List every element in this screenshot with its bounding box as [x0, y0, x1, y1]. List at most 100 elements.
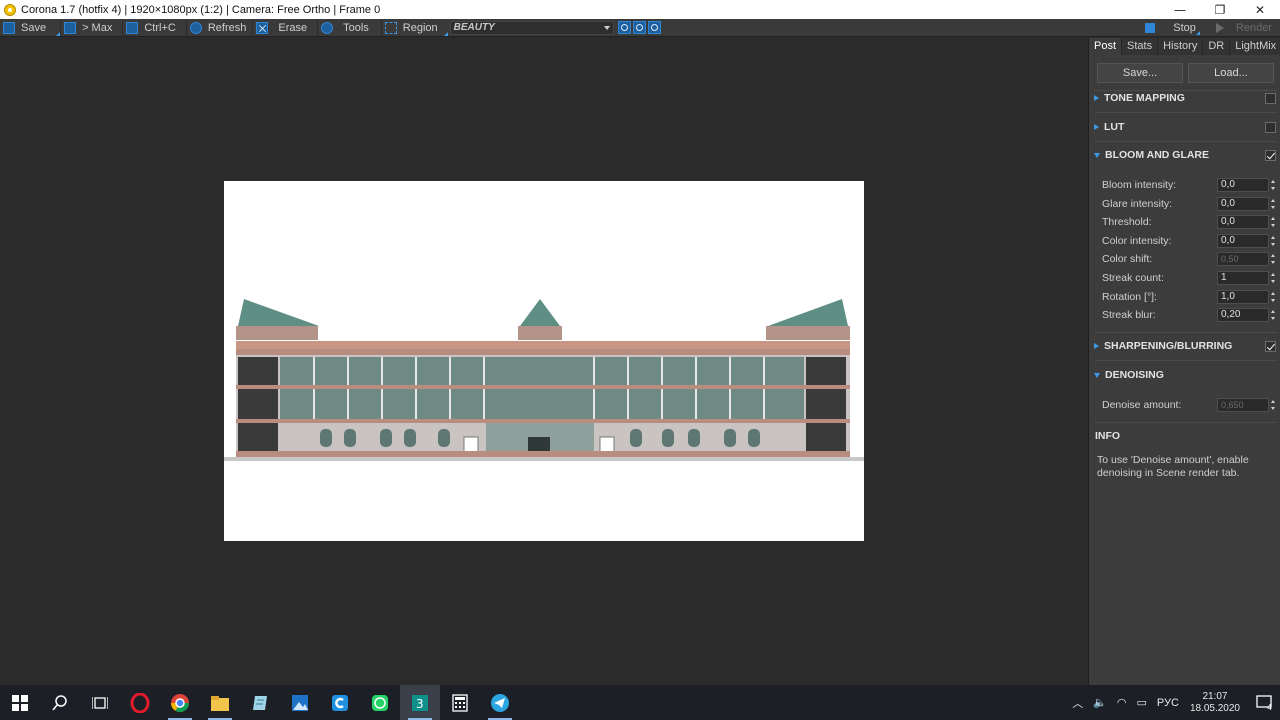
search-button[interactable]: [40, 685, 80, 720]
corona-app-icon: [4, 3, 16, 16]
whatsapp-app[interactable]: [360, 685, 400, 720]
section-label: LUT: [1104, 121, 1125, 133]
rendered-image: [224, 181, 864, 541]
spinner-value: 0,20: [1221, 309, 1241, 320]
spinner-arrows-icon[interactable]: [1271, 179, 1277, 191]
telegram-app[interactable]: [480, 685, 520, 720]
notification-center-button[interactable]: 4: [1250, 685, 1280, 720]
bloom-glare-checkbox[interactable]: [1265, 149, 1276, 161]
section-lut[interactable]: LUT: [1089, 117, 1280, 137]
bloom-intensity-spinner[interactable]: 0,0: [1217, 178, 1275, 192]
notification-icon: 4: [1256, 694, 1272, 711]
spinner-arrows-icon[interactable]: [1271, 216, 1277, 228]
glare-intensity-spinner[interactable]: 0,0: [1217, 197, 1275, 211]
chevron-up-icon[interactable]: ︿: [1072, 695, 1083, 711]
render-label: Render: [1235, 22, 1272, 34]
save-icon: [3, 21, 15, 34]
close-button[interactable]: ✕: [1240, 0, 1280, 19]
section-label: SHARPENING/BLURRING: [1104, 340, 1233, 352]
zoom-out-icon[interactable]: [632, 21, 646, 34]
svg-text:3: 3: [416, 697, 424, 711]
expand-arrow-icon: [1094, 343, 1099, 349]
streak-count-spinner[interactable]: 1: [1217, 271, 1275, 285]
region-dropdown-arrow-icon[interactable]: [443, 31, 448, 36]
lut-checkbox[interactable]: [1265, 121, 1276, 133]
stop-dropdown-arrow-icon[interactable]: [1195, 31, 1200, 35]
tab-dr[interactable]: DR: [1203, 38, 1231, 55]
clock[interactable]: 21:07 18.05.2020: [1190, 691, 1240, 715]
calculator-app[interactable]: [440, 685, 480, 720]
spinner-value: 0,50: [1221, 254, 1239, 264]
sharpening-checkbox[interactable]: [1265, 340, 1276, 352]
language-indicator[interactable]: РУС: [1157, 697, 1179, 709]
save-button[interactable]: Save: [0, 18, 62, 37]
section-tone-mapping[interactable]: TONE MAPPING: [1089, 88, 1280, 108]
photos-app[interactable]: [280, 685, 320, 720]
windows-taskbar: 3 ︿ 🔈 ◠ ▭ РУС 21:07 18.05.2020 4: [0, 685, 1280, 720]
battery-icon[interactable]: ▭: [1137, 696, 1147, 709]
render-pass-select[interactable]: BEAUTY: [449, 20, 614, 35]
maximize-button[interactable]: ❐: [1200, 0, 1240, 19]
ccleaner-app[interactable]: [320, 685, 360, 720]
refresh-button[interactable]: Refresh: [187, 18, 254, 37]
building-facade-render: [224, 299, 864, 461]
region-button[interactable]: Region: [382, 19, 448, 37]
tab-history[interactable]: History: [1158, 38, 1204, 55]
color-shift-spinner: 0,50: [1217, 252, 1275, 266]
play-icon: [1215, 23, 1224, 33]
save-label: Save: [21, 21, 47, 34]
wifi-icon[interactable]: ◠: [1117, 696, 1127, 709]
spinner-arrows-icon[interactable]: [1271, 309, 1277, 321]
3ds-max-app[interactable]: 3: [400, 685, 440, 720]
rotation-spinner[interactable]: 1,0: [1217, 290, 1275, 304]
section-denoising[interactable]: DENOISING: [1089, 365, 1280, 385]
search-icon: [52, 694, 67, 710]
threshold-spinner[interactable]: 0,0: [1217, 215, 1275, 229]
spinner-arrows-icon[interactable]: [1271, 235, 1277, 247]
spinner-arrows-icon[interactable]: [1271, 198, 1277, 210]
spinner-value: 0,0: [1221, 198, 1235, 209]
spinner-arrows-icon[interactable]: [1271, 291, 1277, 303]
file-explorer-app[interactable]: [200, 685, 240, 720]
spinner-value: 1: [1221, 272, 1227, 283]
section-bloom-glare[interactable]: BLOOM AND GLARE: [1089, 145, 1280, 165]
denoise-amount-spinner: 0,650: [1217, 398, 1275, 412]
start-button[interactable]: [0, 685, 40, 720]
erase-label: Erase: [278, 21, 308, 34]
param-denoise-amount: Denoise amount: 0,650: [1089, 396, 1280, 414]
spinner-value: 0,0: [1221, 216, 1235, 227]
window-title: Corona 1.7 (hotfix 4) | 1920×1080px (1:2…: [21, 3, 381, 16]
copy-icon: [126, 21, 139, 34]
zoom-fit-icon[interactable]: [647, 21, 661, 34]
erase-button[interactable]: Erase: [253, 18, 319, 37]
render-button[interactable]: Render: [1208, 22, 1280, 34]
render-viewport[interactable]: [0, 38, 1088, 685]
tools-button[interactable]: Tools: [318, 18, 382, 37]
param-label: Color shift:: [1102, 253, 1153, 265]
tab-post[interactable]: Post: [1089, 38, 1123, 55]
divider: [1095, 332, 1277, 333]
streak-blur-spinner[interactable]: 0,20: [1217, 308, 1275, 322]
load-preset-button[interactable]: Load...: [1188, 63, 1274, 83]
tone-mapping-checkbox[interactable]: [1265, 92, 1276, 104]
zoom-in-icon[interactable]: [617, 21, 631, 34]
section-sharpening-blurring[interactable]: SHARPENING/BLURRING: [1089, 336, 1280, 356]
collapse-arrow-icon: [1094, 372, 1100, 378]
copy-button[interactable]: Ctrl+C: [123, 18, 187, 37]
param-rotation: Rotation [°]: 1,0: [1089, 288, 1280, 306]
vfb-toolbar: Save > Max Ctrl+C Refresh Erase Tools Re…: [0, 18, 1280, 37]
to-max-button[interactable]: > Max: [61, 18, 124, 37]
tab-stats[interactable]: Stats: [1122, 38, 1159, 55]
volume-icon[interactable]: 🔈: [1093, 696, 1107, 709]
save-preset-button[interactable]: Save...: [1097, 63, 1183, 83]
chrome-app[interactable]: [160, 685, 200, 720]
spinner-arrows-icon[interactable]: [1271, 272, 1277, 284]
task-view-button[interactable]: [80, 685, 120, 720]
tab-lightmix[interactable]: LightMix: [1230, 38, 1280, 55]
notepad-app[interactable]: [240, 685, 280, 720]
minimize-button[interactable]: —: [1160, 0, 1200, 19]
region-label: Region: [402, 21, 438, 34]
color-intensity-spinner[interactable]: 0,0: [1217, 234, 1275, 248]
save-dropdown-arrow-icon[interactable]: [56, 31, 61, 36]
opera-app[interactable]: [120, 685, 160, 720]
